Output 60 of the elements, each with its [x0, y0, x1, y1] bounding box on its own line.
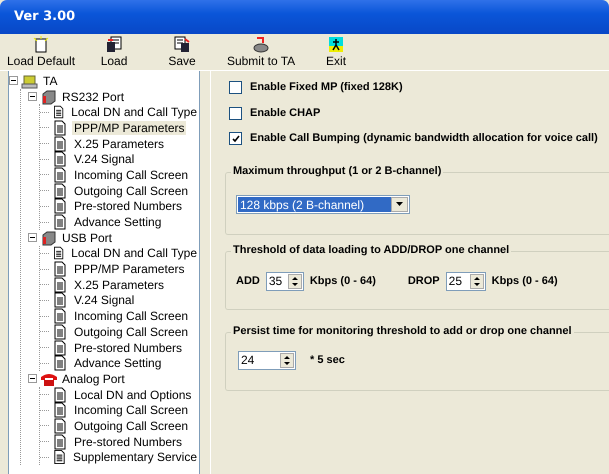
toolbar-button[interactable]: Save — [148, 34, 216, 70]
toolbar-button[interactable]: Exit — [306, 34, 366, 70]
tree-item[interactable]: PPP/MP Parameters — [72, 120, 186, 135]
tree-item[interactable]: Pre-stored Numbers — [72, 199, 184, 214]
tree-item[interactable]: PPP/MP Parameters — [72, 262, 186, 276]
expander-icon[interactable] — [28, 374, 37, 384]
port-icon — [40, 230, 57, 246]
checkbox-label: Enable CHAP — [250, 106, 320, 118]
tree-item[interactable]: X.25 Parameters — [72, 278, 166, 292]
tree-item[interactable]: Outgoing Call Screen — [72, 184, 190, 198]
tree-item[interactable]: Local DN and Options — [72, 388, 194, 402]
tree-item[interactable]: Pre-stored Numbers — [72, 434, 184, 449]
expander-icon[interactable] — [28, 233, 37, 242]
tree-item[interactable]: Incoming Call Screen — [72, 309, 190, 324]
group-title: Threshold of data loading to ADD/DROP one channel — [231, 244, 512, 256]
expander-icon[interactable] — [28, 92, 37, 102]
checkbox-label: Enable Call Bumping (dynamic bandwidth allocation for voice call) — [250, 132, 598, 144]
spin-field[interactable]: 25 — [446, 272, 486, 290]
unit-label: Kbps (0 - 64) — [310, 275, 376, 287]
tree-item[interactable]: V.24 Signal — [72, 293, 136, 308]
device-icon — [21, 72, 38, 89]
tree-item[interactable]: Advance Setting — [72, 356, 164, 370]
group-title: Maximum throughput (1 or 2 B-channel) — [231, 164, 444, 176]
dropdown[interactable]: 128 kbps (2 B-channel) — [236, 194, 410, 214]
tree-item[interactable]: Incoming Call Screen — [72, 168, 190, 182]
field-label: DROP — [408, 275, 440, 287]
tree-item[interactable]: Local DN and Call Type — [69, 105, 199, 120]
tree-item[interactable]: Incoming Call Screen — [72, 403, 190, 418]
tree-item[interactable]: Advance Setting — [72, 215, 164, 230]
expander-icon[interactable] — [9, 76, 18, 86]
toolbar-button[interactable]: Load — [80, 34, 148, 70]
spin-field[interactable]: 24 — [238, 350, 296, 370]
tree-item[interactable]: Analog Port — [60, 372, 127, 386]
unit-label: * 5 sec — [310, 354, 345, 366]
tree-item[interactable]: Outgoing Call Screen — [72, 324, 190, 339]
tree-item[interactable]: TA — [41, 74, 60, 88]
tree-item[interactable]: Outgoing Call Screen — [72, 418, 190, 433]
checkbox[interactable] — [229, 81, 242, 94]
port-icon — [40, 88, 57, 105]
running-man-icon — [327, 36, 346, 53]
tree-item[interactable]: V.24 Signal — [72, 152, 136, 166]
tree-item[interactable]: RS232 Port — [60, 90, 126, 104]
toolbar-button[interactable]: Load Default — [2, 34, 80, 70]
window-title: Ver 3.00 — [14, 9, 76, 24]
tree-item[interactable]: Pre-stored Numbers — [72, 340, 184, 355]
device-arrow-icon — [252, 36, 270, 53]
unit-label: Kbps (0 - 64) — [492, 275, 558, 287]
tree-item[interactable]: X.25 Parameters — [72, 136, 166, 151]
spin-field[interactable]: 35 — [266, 272, 304, 290]
toolbar-button[interactable]: Submit to TA — [216, 34, 306, 70]
field-label: ADD — [236, 275, 260, 287]
tree-item[interactable]: Supplementary Service — [70, 450, 199, 464]
checkbox[interactable] — [229, 106, 242, 120]
checkbox[interactable] — [229, 132, 242, 145]
triangle-icon — [396, 202, 403, 206]
check-mark-icon — [232, 134, 240, 142]
checkbox-label: Enable Fixed MP (fixed 128K) — [250, 81, 403, 93]
tree-item[interactable]: USB Port — [60, 230, 114, 245]
group-title: Persist time for monitoring threshold to add or drop one channel — [231, 324, 574, 336]
tree-item[interactable]: Local DN and Call Type — [69, 246, 199, 260]
